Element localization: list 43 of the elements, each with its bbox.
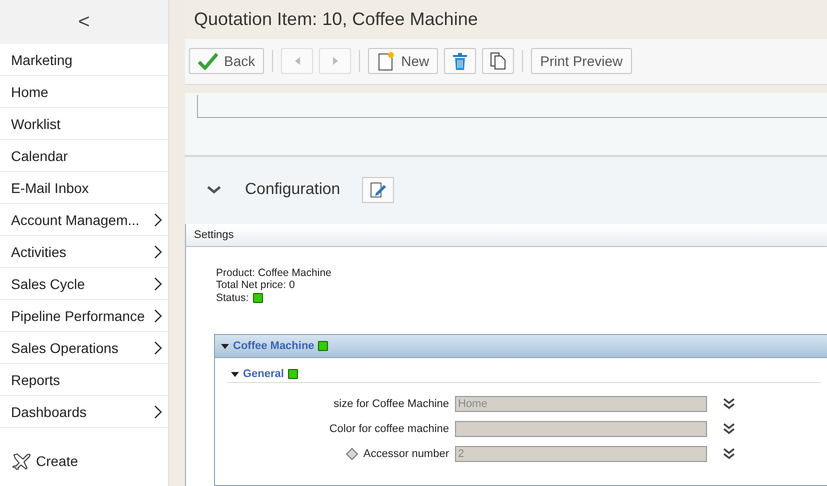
copy-icon bbox=[490, 52, 506, 70]
subgroup-title: General bbox=[243, 368, 284, 380]
nav-item[interactable]: Dashboards bbox=[0, 396, 168, 428]
nav-item[interactable]: Home bbox=[0, 76, 168, 108]
nav-item[interactable]: Sales Cycle bbox=[0, 268, 168, 300]
nav-item[interactable]: Calendar bbox=[0, 140, 168, 172]
nav-item[interactable]: Sales Operations bbox=[0, 332, 168, 364]
triangle-left-icon bbox=[294, 57, 300, 66]
nav-item[interactable]: Marketing bbox=[0, 44, 168, 76]
copy-button[interactable] bbox=[482, 48, 514, 74]
airplane-icon bbox=[12, 452, 32, 470]
edit-icon bbox=[369, 181, 388, 200]
new-document-icon bbox=[377, 51, 396, 72]
triangle-right-icon bbox=[332, 57, 338, 66]
delete-button[interactable] bbox=[444, 48, 476, 74]
nav-item[interactable]: E-Mail Inbox bbox=[0, 172, 168, 204]
nav-item[interactable]: Activities bbox=[0, 236, 168, 268]
status-label: Status: bbox=[216, 292, 249, 304]
info-text: Product: Coffee Machine bbox=[216, 266, 332, 279]
settings-tab[interactable]: Settings bbox=[186, 228, 234, 240]
print-preview-button[interactable]: Print Preview bbox=[531, 48, 632, 74]
nav-item[interactable]: Reports bbox=[0, 364, 168, 396]
trash-icon bbox=[453, 52, 468, 70]
checkmark-icon bbox=[198, 52, 218, 70]
double-chevron-down-icon[interactable] bbox=[723, 448, 735, 460]
collapse-button[interactable]: < bbox=[78, 10, 90, 34]
new-button[interactable]: New bbox=[368, 48, 438, 74]
create-link[interactable]: Create bbox=[12, 452, 168, 470]
triangle-down-icon[interactable] bbox=[231, 372, 239, 376]
nav-item[interactable]: Worklist bbox=[0, 108, 168, 140]
field-label: Accessor number bbox=[363, 448, 449, 460]
field-label: size for Coffee Machine bbox=[334, 398, 449, 410]
group-title: Coffee Machine bbox=[233, 340, 314, 352]
section-title: Configuration bbox=[245, 181, 340, 200]
edit-button[interactable] bbox=[362, 177, 394, 204]
info-text: Total Net price: 0 bbox=[216, 279, 296, 292]
nav-item[interactable]: Pipeline Performance bbox=[0, 300, 168, 332]
chevron-down-icon[interactable] bbox=[207, 186, 221, 194]
back-button[interactable]: Back bbox=[189, 48, 264, 74]
page-title: Quotation Item: 10, Coffee Machine bbox=[185, 0, 827, 39]
field-label: Color for coffee machine bbox=[329, 422, 449, 434]
triangle-down-icon[interactable] bbox=[221, 344, 229, 348]
nav-item[interactable]: Account Managem... bbox=[0, 204, 168, 236]
